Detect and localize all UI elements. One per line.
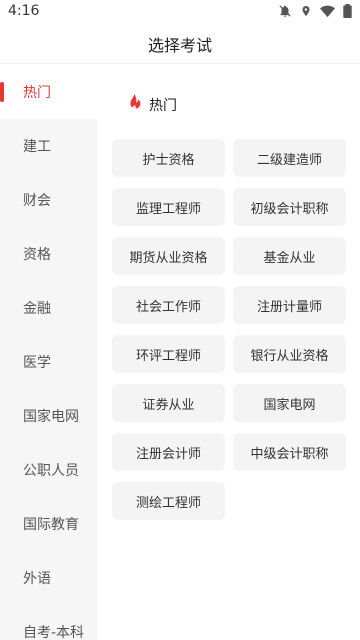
sidebar-item-civil-servant[interactable]: 公职人员 [0,443,97,497]
sidebar-item-hot[interactable]: 热门 [0,65,97,119]
sidebar-item-qualification[interactable]: 资格 [0,227,97,281]
exam-grid: 护士资格 二级建造师 监理工程师 初级会计职称 期货从业资格 基金从业 社会工作… [112,139,346,520]
sidebar-item-label: 财会 [23,193,51,209]
sidebar-item-intl-education[interactable]: 国际教育 [0,497,97,551]
exam-chip-intermediate-accountant[interactable]: 中级会计职称 [233,433,346,471]
sidebar-item-label: 公职人员 [23,463,79,479]
exam-content: 热门 护士资格 二级建造师 监理工程师 初级会计职称 期货从业资格 基金从业 社… [97,65,360,640]
title-bar: 选择考试 [0,24,360,64]
exam-chip-futures[interactable]: 期货从业资格 [112,237,225,275]
exam-chip-surveying-engineer[interactable]: 测绘工程师 [112,482,225,520]
sidebar-item-label: 热门 [23,85,51,101]
notifications-off-icon [278,4,292,18]
location-icon [300,4,312,18]
exam-chip-state-grid[interactable]: 国家电网 [233,384,346,422]
exam-chip-junior-accountant[interactable]: 初级会计职称 [233,188,346,226]
status-time: 4:16 [8,3,40,19]
sidebar-item-label: 国家电网 [23,409,79,425]
sidebar-item-label: 医学 [23,355,51,371]
sidebar-item-construction[interactable]: 建工 [0,119,97,173]
exam-chip-securities[interactable]: 证券从业 [112,384,225,422]
sidebar-item-label: 国际教育 [23,517,79,533]
sidebar-item-foreign-language[interactable]: 外语 [0,551,97,605]
sidebar-item-finance[interactable]: 金融 [0,281,97,335]
exam-chip-nurse[interactable]: 护士资格 [112,139,225,177]
status-bar: 4:16 [0,0,360,24]
status-icons [278,4,352,18]
exam-chip-supervision-engineer[interactable]: 监理工程师 [112,188,225,226]
sidebar-item-label: 金融 [23,301,51,317]
page-title: 选择考试 [147,35,212,55]
sidebar-item-label: 外语 [23,571,51,587]
sidebar-item-accounting[interactable]: 财会 [0,173,97,227]
exam-chip-banking[interactable]: 银行从业资格 [233,335,346,373]
exam-chip-metrologist[interactable]: 注册计量师 [233,286,346,324]
sidebar-item-self-study-bachelor[interactable]: 自考-本科 [0,605,97,640]
sidebar-item-medicine[interactable]: 医学 [0,335,97,389]
wifi-icon [320,5,335,18]
section-title: 热门 [149,98,177,114]
sidebar-item-label: 资格 [23,247,51,263]
exam-chip-fund[interactable]: 基金从业 [233,237,346,275]
flame-icon [125,93,143,117]
exam-chip-eia-engineer[interactable]: 环评工程师 [112,335,225,373]
category-sidebar: 热门 建工 财会 资格 金融 医学 国家电网 公职人员 国际教育 外语 自考-本… [0,65,97,640]
sidebar-item-state-grid[interactable]: 国家电网 [0,389,97,443]
sidebar-item-label: 自考-本科 [23,625,85,640]
exam-chip-cpa[interactable]: 注册会计师 [112,433,225,471]
battery-icon [343,4,352,18]
sidebar-item-label: 建工 [23,139,51,155]
section-header: 热门 [125,93,177,117]
exam-chip-social-worker[interactable]: 社会工作师 [112,286,225,324]
exam-chip-level2-constructor[interactable]: 二级建造师 [233,139,346,177]
